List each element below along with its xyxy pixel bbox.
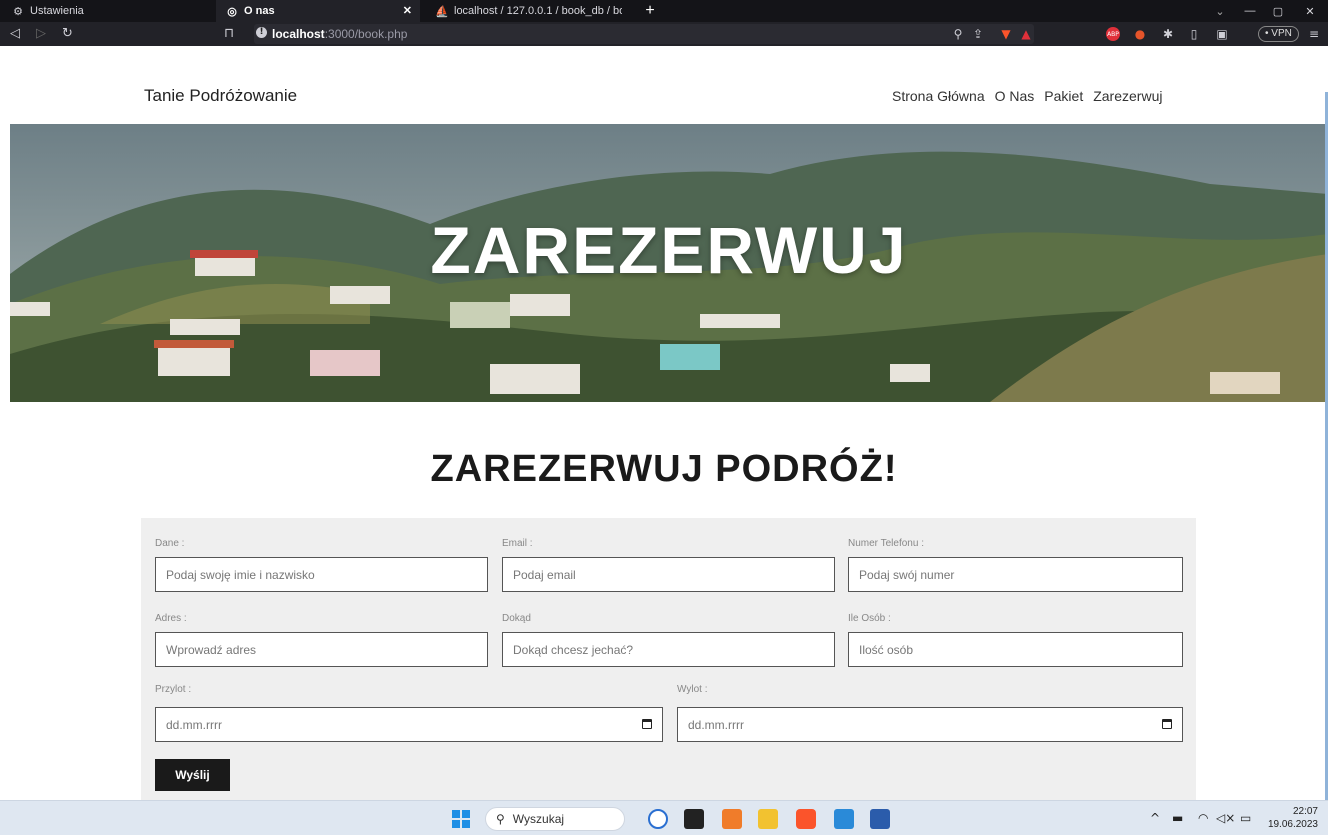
web-page: Tanie Podróżowanie Strona Główna O Nas P… bbox=[0, 46, 1328, 800]
zoom-icon[interactable]: ⚲ bbox=[950, 26, 966, 42]
brave-icon[interactable] bbox=[796, 809, 816, 829]
adblock-icon[interactable]: ABP bbox=[1106, 27, 1120, 41]
email-placeholder: Podaj email bbox=[513, 567, 576, 582]
phone-placeholder: Podaj swój numer bbox=[859, 567, 955, 582]
tab-settings[interactable]: ⚙ Ustawienia bbox=[6, 0, 206, 22]
globe-icon: ◎ bbox=[227, 5, 237, 18]
page-heading: ZAREZERWUJ PODRÓŻ! bbox=[430, 448, 898, 490]
departure-date-input[interactable]: dd.mm.rrrr bbox=[677, 707, 1183, 742]
guests-placeholder: Ilość osób bbox=[859, 642, 914, 657]
arrival-placeholder: dd.mm.rrrr bbox=[166, 717, 222, 732]
taskbar-search[interactable]: ⚲ Wyszukaj bbox=[485, 807, 625, 831]
extensions-puzzle-icon[interactable]: ✱ bbox=[1160, 26, 1176, 42]
reload-icon[interactable]: ↻ bbox=[62, 26, 73, 41]
extension-icon[interactable]: ● bbox=[1132, 26, 1148, 42]
email-label: Email : bbox=[502, 538, 533, 549]
address-placeholder: Wprowadź adres bbox=[166, 642, 257, 657]
clock-date: 19.06.2023 bbox=[1267, 819, 1318, 830]
menu-icon[interactable]: ≡ bbox=[1306, 26, 1322, 42]
tab-o-nas[interactable]: ◎ O nas ✕ bbox=[216, 0, 420, 22]
new-tab-button[interactable]: + bbox=[640, 0, 660, 22]
taskbar: ⚲ Wyszukaj ^ ▬ ◠ ◁× ▭ 22:07 19.06.2023 bbox=[0, 800, 1328, 835]
arrival-label: Przylot : bbox=[155, 684, 192, 695]
browser-toolbar: ◁ ▷ ↻ ⊓ ! localhost:3000/book.php ⚲ ⇪ ▼ … bbox=[0, 22, 1328, 46]
close-tab-icon[interactable]: ✕ bbox=[403, 4, 412, 17]
name-label: Dane : bbox=[155, 538, 185, 549]
info-icon[interactable]: ! bbox=[256, 27, 267, 38]
wifi-icon[interactable]: ◠ bbox=[1198, 811, 1208, 825]
name-input[interactable]: Podaj swoję imie i nazwisko bbox=[155, 557, 488, 592]
phone-input[interactable]: Podaj swój numer bbox=[848, 557, 1183, 592]
search-icon: ⚲ bbox=[496, 812, 505, 826]
submit-button[interactable]: Wyślij bbox=[155, 759, 230, 791]
nav-home[interactable]: Strona Główna bbox=[892, 88, 985, 104]
nav-about[interactable]: O Nas bbox=[995, 88, 1035, 104]
search-placeholder: Wyszukaj bbox=[512, 812, 565, 826]
browser-tab-bar: ⚙ Ustawienia ◎ O nas ✕ ⛵ localhost / 127… bbox=[0, 0, 1328, 22]
destination-placeholder: Dokąd chcesz jechać? bbox=[513, 642, 634, 657]
hero-title: ZAREZERWUJ bbox=[430, 213, 908, 287]
site-brand[interactable]: Tanie Podróżowanie bbox=[144, 86, 297, 106]
address-input[interactable]: Wprowadź adres bbox=[155, 632, 488, 667]
main-nav: Strona Główna O Nas Pakiet Zarezerwuj bbox=[892, 88, 1162, 104]
tray-chevron-icon[interactable]: ^ bbox=[1150, 811, 1160, 825]
phpmyadmin-icon: ⛵ bbox=[435, 5, 449, 18]
xampp-icon[interactable] bbox=[722, 809, 742, 829]
name-placeholder: Podaj swoję imie i nazwisko bbox=[166, 567, 315, 582]
tab-list-chevron-icon[interactable]: ⌄ bbox=[1210, 0, 1230, 22]
forward-icon[interactable]: ▷ bbox=[36, 26, 46, 41]
hero-banner: ZAREZERWUJ bbox=[10, 124, 1328, 402]
tab-title: Ustawienia bbox=[30, 5, 84, 17]
taskbar-clock[interactable]: 22:07 19.06.2023 bbox=[1268, 805, 1318, 831]
tab-phpmyadmin[interactable]: ⛵ localhost / 127.0.0.1 / book_db / book bbox=[430, 0, 622, 22]
nav-book[interactable]: Zarezerwuj bbox=[1093, 88, 1162, 104]
close-window-button[interactable]: ✕ bbox=[1300, 0, 1320, 22]
destination-input[interactable]: Dokąd chcesz jechać? bbox=[502, 632, 835, 667]
phone-label: Numer Telefonu : bbox=[848, 538, 924, 549]
battery-icon[interactable]: ▭ bbox=[1240, 811, 1251, 825]
guests-input[interactable]: Ilość osób bbox=[848, 632, 1183, 667]
volume-icon[interactable]: ◁× bbox=[1216, 811, 1235, 825]
nav-package[interactable]: Pakiet bbox=[1044, 88, 1083, 104]
sidebar-icon[interactable]: ▯ bbox=[1186, 26, 1202, 42]
destination-label: Dokąd bbox=[502, 613, 531, 624]
booking-form: Dane : Podaj swoję imie i nazwisko Email… bbox=[141, 518, 1196, 800]
url-host: localhost bbox=[272, 27, 325, 41]
url-path: :3000/book.php bbox=[324, 27, 408, 41]
email-input[interactable]: Podaj email bbox=[502, 557, 835, 592]
brave-shields-icon[interactable]: ▼ bbox=[998, 26, 1014, 42]
wallet-icon[interactable]: ▣ bbox=[1214, 26, 1230, 42]
language-icon[interactable]: ▬ bbox=[1172, 811, 1183, 825]
tab-title: localhost / 127.0.0.1 / book_db / book bbox=[454, 5, 622, 17]
address-bar[interactable]: ! localhost:3000/book.php ⚲ ⇪ ▼ ▲ bbox=[254, 24, 1034, 44]
brave-rewards-icon[interactable]: ▲ bbox=[1018, 26, 1034, 42]
clock-time: 22:07 bbox=[1292, 806, 1318, 817]
bookmark-icon[interactable]: ⊓ bbox=[224, 26, 234, 41]
task-view-icon[interactable] bbox=[684, 809, 704, 829]
departure-placeholder: dd.mm.rrrr bbox=[688, 717, 744, 732]
guests-label: Ile Osób : bbox=[848, 613, 891, 624]
arrival-date-input[interactable]: dd.mm.rrrr bbox=[155, 707, 663, 742]
vpn-button[interactable]: • VPN bbox=[1258, 26, 1299, 42]
calendar-icon[interactable] bbox=[642, 719, 652, 729]
gear-icon: ⚙ bbox=[13, 5, 23, 18]
url-text: localhost:3000/book.php bbox=[272, 27, 407, 41]
minimize-button[interactable]: — bbox=[1240, 0, 1260, 22]
word-icon[interactable] bbox=[870, 809, 890, 829]
departure-label: Wylot : bbox=[677, 684, 708, 695]
start-icon[interactable] bbox=[452, 810, 470, 828]
restore-button[interactable]: ▢ bbox=[1268, 0, 1288, 22]
bing-icon[interactable] bbox=[648, 809, 668, 829]
vscode-icon[interactable] bbox=[834, 809, 854, 829]
calendar-icon[interactable] bbox=[1162, 719, 1172, 729]
share-icon[interactable]: ⇪ bbox=[970, 26, 986, 42]
file-explorer-icon[interactable] bbox=[758, 809, 778, 829]
address-label: Adres : bbox=[155, 613, 187, 624]
tab-title: O nas bbox=[244, 5, 275, 17]
back-icon[interactable]: ◁ bbox=[10, 26, 20, 41]
